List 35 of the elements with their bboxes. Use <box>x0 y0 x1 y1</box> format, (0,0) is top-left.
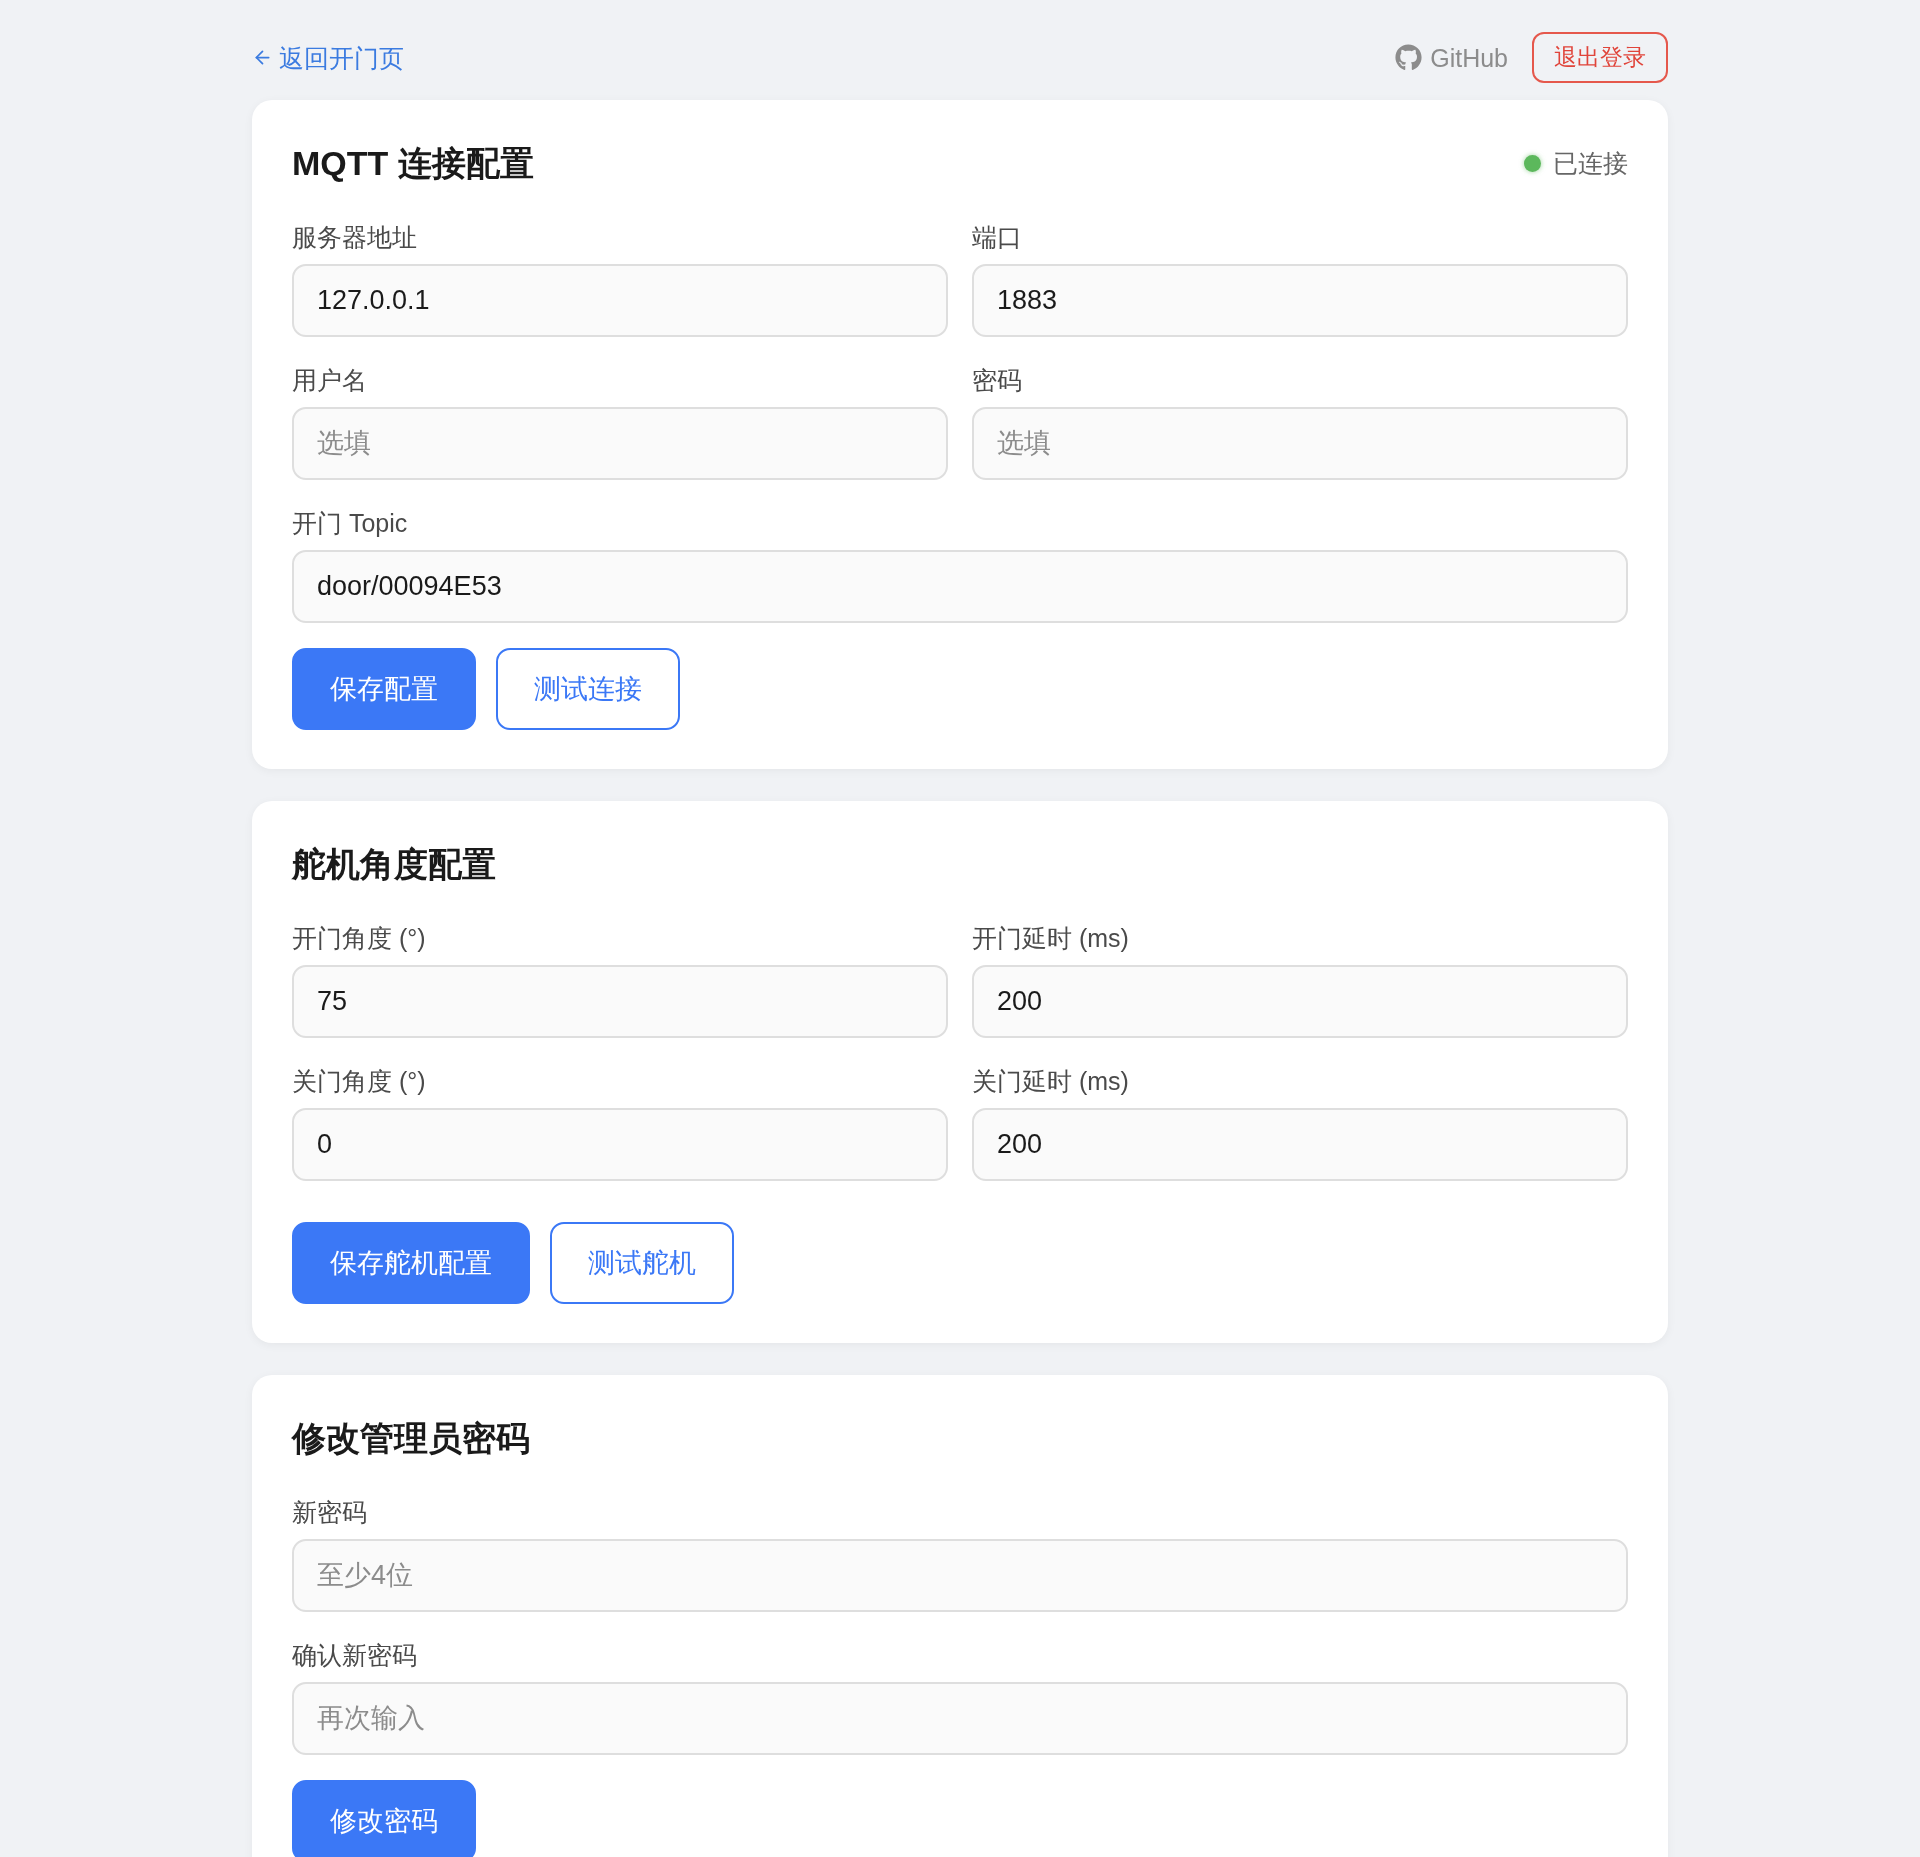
input-field[interactable]: 200 <box>972 1108 1628 1181</box>
input-field[interactable]: 0 <box>292 1108 948 1181</box>
field-label: 关门角度 (°) <box>292 1066 427 1096</box>
field-label: 用户名 <box>292 365 368 395</box>
input-field[interactable]: 1883 <box>972 264 1628 337</box>
section-title: 舵机角度配置 <box>292 844 496 885</box>
section-title: 修改管理员密码 <box>292 1418 530 1459</box>
input-field[interactable]: 127.0.0.1 <box>292 264 948 337</box>
github-icon <box>1395 44 1423 71</box>
field-label: 开门延时 (ms) <box>972 923 1130 953</box>
input-field[interactable]: 选填 <box>292 407 948 480</box>
input-field[interactable]: door/00094E53 <box>292 550 1628 623</box>
status-label: 已连接 <box>1553 148 1628 178</box>
github-link[interactable]: GitHub <box>1395 42 1508 73</box>
input-field[interactable]: 再次输入 <box>292 1682 1628 1755</box>
field-label: 密码 <box>972 365 1023 395</box>
back-link[interactable]: 返回开门页 <box>252 42 404 73</box>
outline-button[interactable]: 测试连接 <box>496 648 680 730</box>
field-label: 开门角度 (°) <box>292 923 427 953</box>
logout-button[interactable]: 退出登录 <box>1532 32 1668 83</box>
section-title: MQTT 连接配置 <box>292 143 534 184</box>
field-label: 新密码 <box>292 1497 368 1527</box>
field-label: 服务器地址 <box>292 222 418 252</box>
input-field[interactable]: 选填 <box>972 407 1628 480</box>
input-field[interactable]: 75 <box>292 965 948 1038</box>
input-field[interactable]: 200 <box>972 965 1628 1038</box>
input-field[interactable]: 至少4位 <box>292 1539 1628 1612</box>
field-label: 关门延时 (ms) <box>972 1066 1130 1096</box>
field-label: 开门 Topic <box>292 508 409 538</box>
primary-button[interactable]: 修改密码 <box>292 1780 476 1857</box>
field-label: 端口 <box>972 222 1023 252</box>
field-label: 确认新密码 <box>292 1640 418 1670</box>
primary-button[interactable]: 保存舵机配置 <box>292 1222 530 1304</box>
outline-button[interactable]: 测试舵机 <box>550 1222 734 1304</box>
primary-button[interactable]: 保存配置 <box>292 648 476 730</box>
